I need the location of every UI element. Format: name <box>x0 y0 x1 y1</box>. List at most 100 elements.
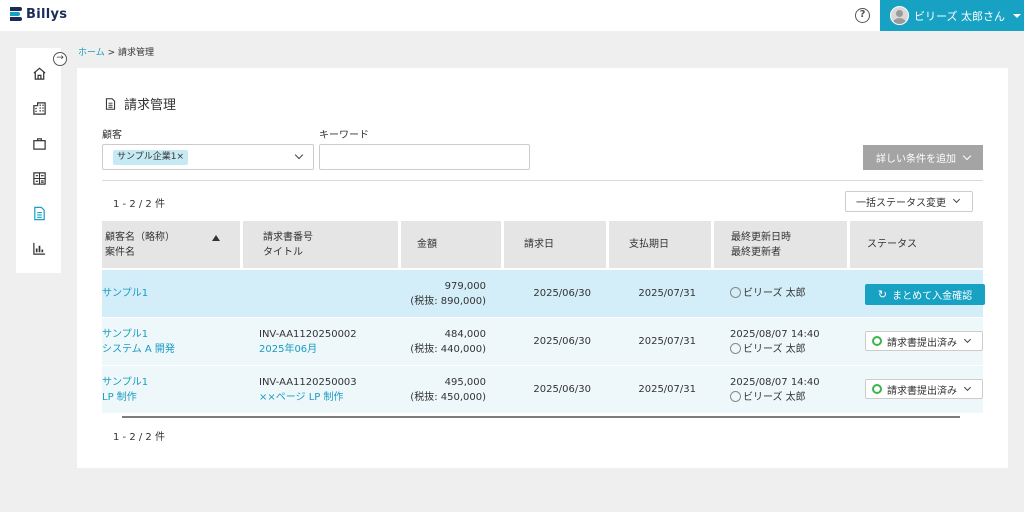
amount-cell: 979,000 (税抜: 890,000) <box>401 270 501 317</box>
customer-link[interactable]: サンプル1 <box>102 375 240 390</box>
invoice-cell: INV-AA1120250002 2025年06月 <box>259 318 399 365</box>
keyword-label: キーワード <box>319 130 369 141</box>
due-date-cell: 2025/07/31 <box>609 318 711 365</box>
header-line1: 請求日 <box>524 239 554 250</box>
header-line2: 最終更新者 <box>731 246 781 258</box>
invoice-number: INV-AA1120250002 <box>259 328 357 340</box>
top-bar: Billys ? ビリーズ 太郎さん <box>0 0 1024 31</box>
customer-link[interactable]: サンプル1 <box>102 327 240 342</box>
header-amount[interactable]: 金額 <box>401 221 501 268</box>
status-label: 請求書提出済み <box>887 385 957 397</box>
breadcrumb-separator: > <box>104 48 118 58</box>
table-row[interactable]: サンプル1 LP 制作 INV-AA1120250003 ××ページ LP 制作… <box>102 366 983 413</box>
header-invoice-no[interactable]: 請求書番号 タイトル <box>243 221 398 268</box>
amount-tax: (税抜: 440,000) <box>410 343 486 355</box>
status-select[interactable]: 請求書提出済み <box>865 379 983 399</box>
invoice-date-cell: 2025/06/30 <box>504 270 606 317</box>
app-name: Billys <box>26 7 68 22</box>
home-icon[interactable] <box>31 65 47 81</box>
bulk-status-button[interactable]: 一括ステータス変更 <box>845 191 973 212</box>
chevron-down-icon <box>952 195 961 204</box>
amount-cell: 495,000 (税抜: 450,000) <box>401 366 501 413</box>
page-title: 請求管理 <box>104 94 176 113</box>
invoice-cell: INV-AA1120250003 ××ページ LP 制作 <box>259 366 399 413</box>
updated-by-name: ビリーズ 太郎 <box>743 343 806 355</box>
caret-down-icon <box>1012 13 1021 18</box>
header-updated[interactable]: 最終更新日時 最終更新者 <box>714 221 847 268</box>
header-line1: 請求書番号 <box>263 231 313 243</box>
updated-cell: 2025/08/07 14:40 ビリーズ 太郎 <box>730 318 847 365</box>
breadcrumb: ホーム > 請求管理 <box>78 45 154 58</box>
document-icon <box>105 97 116 110</box>
amount-tax: (税抜: 450,000) <box>410 391 486 403</box>
status-dot-icon <box>872 384 882 394</box>
updated-by-name: ビリーズ 太郎 <box>743 391 806 403</box>
amount: 979,000 <box>444 280 486 292</box>
add-conditions-label: 詳しい条件を追加 <box>876 154 956 165</box>
chip-remove-icon[interactable]: × <box>176 152 184 162</box>
calculator-icon[interactable] <box>31 170 47 186</box>
help-icon[interactable]: ? <box>855 8 870 23</box>
sidebar <box>16 48 61 273</box>
keyword-input[interactable] <box>319 144 530 170</box>
header-line1: 最終更新日時 <box>731 231 791 243</box>
page-title-text: 請求管理 <box>124 98 177 113</box>
project-link[interactable]: LP 制作 <box>102 390 240 405</box>
updated-by: ビリーズ 太郎 <box>730 286 847 301</box>
header-invoice-date[interactable]: 請求日 <box>504 221 606 268</box>
breadcrumb-home[interactable]: ホーム <box>78 48 105 58</box>
updated-by: ビリーズ 太郎 <box>730 342 847 357</box>
avatar <box>890 6 909 25</box>
invoice-date-cell: 2025/06/30 <box>504 366 606 413</box>
customer-select[interactable]: サンプル企業1× <box>102 144 314 170</box>
invoice-date: 2025/06/30 <box>533 384 591 395</box>
main-panel: 請求管理 顧客 サンプル企業1× キーワード 詳しい条件を追加 1 - 2 / … <box>77 68 1008 468</box>
user-icon <box>730 390 741 402</box>
user-menu[interactable]: ビリーズ 太郎さん <box>880 0 1024 31</box>
header-customer[interactable]: 顧客名（略称） 案件名 <box>102 221 240 268</box>
sort-asc-icon[interactable] <box>212 235 220 241</box>
header-due-date[interactable]: 支払期日 <box>609 221 711 268</box>
table-row[interactable]: サンプル1 システム A 開発 INV-AA1120250002 2025年06… <box>102 318 983 365</box>
header-line1: 支払期日 <box>629 239 669 250</box>
updated-by-name: ビリーズ 太郎 <box>743 288 806 299</box>
chevron-down-icon <box>963 383 972 391</box>
amount: 484,000 <box>444 328 486 340</box>
sidebar-toggle-icon[interactable]: → <box>53 52 67 66</box>
invoice-icon[interactable] <box>31 205 47 221</box>
project-link[interactable]: システム A 開発 <box>102 342 240 357</box>
header-status[interactable]: ステータス <box>850 221 983 268</box>
bulk-payment-confirm-button[interactable]: ↻ まとめて入金確認 <box>865 284 985 305</box>
customer-cell: サンプル1 <box>102 270 240 317</box>
customer-chip[interactable]: サンプル企業1× <box>113 150 189 165</box>
due-date-cell: 2025/07/31 <box>609 366 711 413</box>
app-logo[interactable]: Billys <box>10 7 67 22</box>
building-icon[interactable] <box>31 100 47 116</box>
customer-cell: サンプル1 システム A 開発 <box>102 318 240 365</box>
status-label: 請求書提出済み <box>887 337 957 349</box>
invoice-title-link[interactable]: ××ページ LP 制作 <box>259 390 399 405</box>
horizontal-scrollbar[interactable] <box>122 416 960 418</box>
invoice-date-cell: 2025/06/30 <box>504 318 606 365</box>
customer-link[interactable]: サンプル1 <box>102 286 240 301</box>
chevron-down-icon <box>962 151 972 160</box>
due-date: 2025/07/31 <box>638 336 696 347</box>
bulk-status-label: 一括ステータス変更 <box>856 198 946 209</box>
header-line2: タイトル <box>263 246 303 258</box>
refresh-icon: ↻ <box>877 288 888 301</box>
updated-at: 2025/08/07 14:40 <box>730 328 820 340</box>
result-count: 1 - 2 / 2 件 <box>113 199 165 210</box>
result-count-bottom: 1 - 2 / 2 件 <box>113 432 165 443</box>
due-date: 2025/07/31 <box>638 384 696 395</box>
chart-icon[interactable] <box>31 240 47 256</box>
due-date: 2025/07/31 <box>638 288 696 299</box>
user-icon <box>730 287 741 298</box>
table-row[interactable]: サンプル1 979,000 (税抜: 890,000) 2025/06/30 2… <box>102 270 985 317</box>
invoice-title-link[interactable]: 2025年06月 <box>259 342 399 357</box>
due-date-cell: 2025/07/31 <box>609 270 711 317</box>
status-select[interactable]: 請求書提出済み <box>865 331 983 351</box>
customer-cell: サンプル1 LP 制作 <box>102 366 240 413</box>
breadcrumb-current: 請求管理 <box>118 48 155 58</box>
briefcase-icon[interactable] <box>31 135 47 151</box>
add-conditions-button[interactable]: 詳しい条件を追加 <box>863 145 983 170</box>
